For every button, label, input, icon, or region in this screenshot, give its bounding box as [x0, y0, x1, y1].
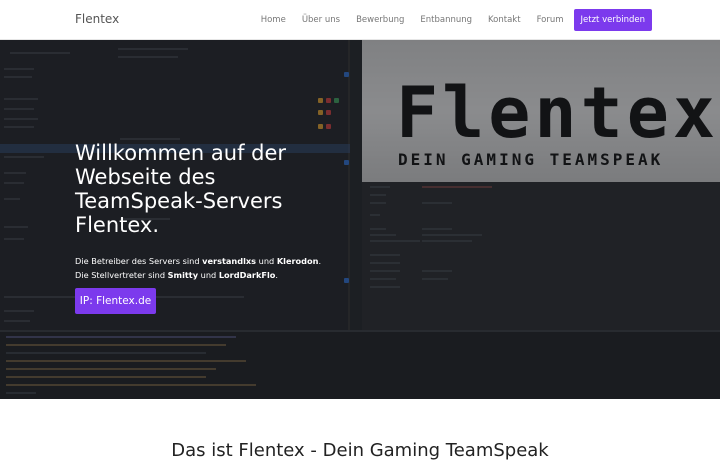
- owners-and: und: [256, 256, 277, 266]
- section-title: Das ist Flentex - Dein Gaming TeamSpeak: [171, 440, 549, 461]
- owner-name-2: Klerodon: [276, 256, 319, 266]
- nav-menu: Home Über uns Bewerbung Entbannung Konta…: [253, 9, 652, 31]
- hero-title: Willkommen auf der Webseite des TeamSpea…: [75, 141, 287, 237]
- deputies-and: und: [198, 270, 219, 280]
- connect-button[interactable]: Jetzt verbinden: [573, 9, 652, 31]
- nav-home[interactable]: Home: [253, 9, 294, 31]
- hero-section: Flentex DEIN GAMING TEAMSPEAK Willkommen…: [0, 40, 720, 399]
- deputy-name-2: LordDarkFlo: [218, 270, 276, 280]
- navbar: Flentex Home Über uns Bewerbung Entbannu…: [0, 0, 720, 40]
- deputies-suffix: .: [275, 270, 279, 280]
- owners-suffix: .: [318, 256, 322, 266]
- nav-about[interactable]: Über uns: [294, 9, 348, 31]
- ip-button[interactable]: IP: Flentex.de: [75, 288, 156, 314]
- nav-unban[interactable]: Entbannung: [412, 9, 480, 31]
- nav-application[interactable]: Bewerbung: [348, 9, 412, 31]
- deputies-text: Die Stellvertreter sind Smitty und LordD…: [75, 270, 278, 280]
- deputies-prefix: Die Stellvertreter sind: [75, 270, 168, 280]
- owners-prefix: Die Betreiber des Servers sind: [75, 256, 203, 266]
- brand-link[interactable]: Flentex: [75, 12, 119, 26]
- nav-forum[interactable]: Forum: [529, 9, 572, 31]
- owners-text: Die Betreiber des Servers sind verstandl…: [75, 256, 321, 266]
- deputy-name-1: Smitty: [167, 270, 199, 280]
- owner-name-1: verstandlxs: [202, 256, 257, 266]
- nav-contact[interactable]: Kontakt: [480, 9, 529, 31]
